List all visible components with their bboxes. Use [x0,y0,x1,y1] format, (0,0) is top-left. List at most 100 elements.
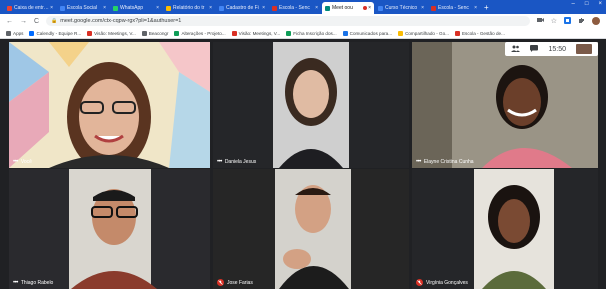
bookmark-item[interactable]: Compartilhado - Go... [398,30,449,36]
close-tab-icon[interactable]: × [421,5,424,11]
bookmark-item[interactable]: Escola - Gestão de... [454,30,505,36]
browser-tab[interactable]: Cadastro de Fi × [216,2,268,14]
bookmark-label: Calendly - Equipe R... [36,30,82,36]
more-options-icon[interactable]: ••• [13,280,18,286]
browser-tab[interactable]: Caixa de entrada × [4,2,56,14]
tab-title: Cadastro de Fi [226,5,259,11]
close-window-button[interactable]: × [598,1,602,7]
bookmark-item[interactable]: Alterações - Projeto... [174,30,226,36]
mic-off-icon [217,279,224,286]
maximize-button[interactable]: □ [585,1,589,7]
forward-button[interactable]: → [20,18,27,25]
bookmark-label: Compartilhado - Go... [405,30,449,36]
bookmark-item[interactable]: Calendly - Equipe R... [29,30,82,36]
tab-favicon-icon [7,5,12,11]
self-view-thumbnail[interactable] [576,44,592,54]
bookmark-label: Beacongr [148,30,169,36]
address-bar-row: ← → C 🔒 meet.google.com/ctx-cqpw-rgx?pli… [0,14,606,28]
participant-name: Jose Farias [227,279,253,286]
url-field[interactable]: 🔒 meet.google.com/ctx-cqpw-rgx?pli=1&aut… [46,16,530,26]
close-tab-icon[interactable]: × [368,5,371,11]
bookmark-favicon-icon [87,30,93,36]
more-options-icon[interactable]: ••• [416,159,421,165]
bookmark-label: Visão: Meetings, V... [94,30,136,36]
participant-video [412,42,598,168]
bookmark-label: Escola - Gestão de... [461,30,505,36]
bookmark-item[interactable]: Visão: Meetings, V... [87,30,136,36]
tab-favicon-icon [60,5,65,11]
puzzle-icon[interactable] [578,17,585,26]
bookmark-favicon-icon [6,30,11,36]
participant-tile[interactable]: ••• Elayne Cristina Cunha [412,42,598,168]
tab-title: Curso Técnico [385,5,418,11]
more-options-icon[interactable]: ••• [217,159,222,165]
participant-tile[interactable]: Virgínia Gonçalves [412,169,598,289]
close-tab-icon[interactable]: × [156,5,159,11]
tab-favicon-icon [431,5,436,11]
participant-tile[interactable]: ••• Daniela Jesus [213,42,409,168]
close-tab-icon[interactable]: × [50,5,53,11]
participant-tile[interactable]: Jose Farias [213,169,409,289]
back-button[interactable]: ← [6,18,13,25]
participants-icon[interactable] [511,45,521,54]
participant-tile[interactable]: ••• Você [9,42,210,168]
participant-name-bar: ••• Você [13,159,32,165]
bookmark-favicon-icon [454,30,460,36]
bookmark-item[interactable]: Ficha Inscrição dos... [286,30,337,36]
participant-name: Elayne Cristina Cunha [423,159,474,165]
bookmark-label: Comunicados para... [349,30,393,36]
participant-name: Virgínia Gonçalves [426,279,468,286]
reload-button[interactable]: C [34,18,39,25]
more-options-icon[interactable]: ••• [13,159,18,165]
browser-tab[interactable]: Relatório do tr × [163,2,215,14]
minimize-button[interactable]: – [572,1,575,7]
tab-favicon-icon [166,5,171,11]
close-tab-icon[interactable]: × [103,5,106,11]
bookmark-item[interactable]: Visão: Meetings, V... [231,30,280,36]
participant-video [213,169,409,289]
chat-icon[interactable] [530,44,539,54]
tab-title: Escola - Senc [279,5,310,11]
browser-tab[interactable]: Escola - Senc × [269,2,321,14]
bookmark-label: Ficha Inscrição dos... [293,30,337,36]
bookmark-label: Apps [13,30,24,36]
bookmark-favicon-icon [174,30,180,36]
browser-tab[interactable]: Escola Social × [57,2,109,14]
bookmark-item[interactable]: Apps [6,30,24,36]
bookmark-item[interactable]: Beacongr [141,30,169,36]
tab-favicon-icon [219,5,224,11]
tab-title: Meet oou [332,5,353,11]
url-text[interactable]: meet.google.com/ctx-cqpw-rgx?pli=1&authu… [60,18,181,24]
profile-avatar[interactable] [592,17,600,25]
participant-video [412,169,598,289]
tab-title: Escola - Senc [438,5,469,11]
bookmark-item[interactable]: Comunicados para... [342,30,393,36]
meeting-clock: 15:50 [548,45,566,53]
camera-icon[interactable] [536,17,544,25]
participant-name-bar: ••• Daniela Jesus [217,159,256,165]
bookmark-star-icon[interactable]: ☆ [551,17,557,25]
participant-name-bar: ••• Thiago Rabelo [13,280,53,286]
extension-icon[interactable] [564,16,571,26]
browser-tab[interactable]: Meet oou × [322,2,374,14]
close-tab-icon[interactable]: × [474,5,477,11]
browser-tab[interactable]: Escola - Senc × [428,2,480,14]
participant-tile[interactable]: ••• Thiago Rabelo [9,169,210,289]
new-tab-button[interactable]: + [484,2,489,14]
browser-tab[interactable]: Curso Técnico × [375,2,427,14]
tab-title: Relatório do tr [173,5,205,11]
close-tab-icon[interactable]: × [315,5,318,11]
window-controls: – □ × [572,1,602,7]
close-tab-icon[interactable]: × [262,5,265,11]
bookmark-favicon-icon [29,30,35,36]
participant-video [213,42,409,168]
participant-video [9,169,210,289]
participant-name: Thiago Rabelo [20,280,54,286]
participant-name: Daniela Jesus [224,159,257,165]
tab-title: Caixa de entrada [14,5,50,11]
tab-favicon-icon [325,5,330,11]
browser-tab[interactable]: WhatsApp × [110,2,162,14]
close-tab-icon[interactable]: × [209,5,212,11]
meet-grid: ••• Você ••• Daniela Jesus ••• Elayne Cr… [0,39,606,289]
tab-favicon-icon [272,5,277,11]
